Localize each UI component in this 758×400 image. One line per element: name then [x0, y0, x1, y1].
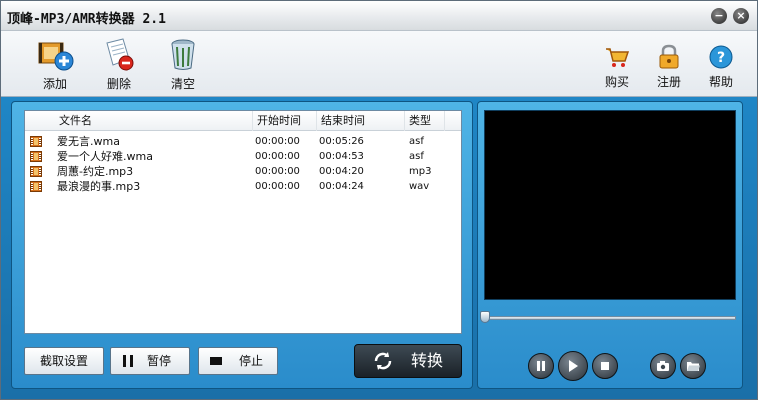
- player-play-button[interactable]: [558, 351, 588, 381]
- end-time: 00:04:24: [319, 181, 364, 192]
- file-name: 爱一个人好难.wma: [57, 150, 153, 163]
- register-button[interactable]: 注册: [643, 37, 695, 93]
- lock-icon: [659, 44, 679, 69]
- end-time: 00:04:53: [319, 151, 364, 162]
- header-type[interactable]: 类型: [405, 111, 445, 131]
- film-icon: [30, 166, 42, 177]
- pause-button[interactable]: 暂停: [110, 347, 190, 375]
- header-filename[interactable]: 文件名: [55, 111, 253, 131]
- start-time: 00:00:00: [255, 136, 300, 147]
- file-name: 周蕙-约定.mp3: [57, 165, 134, 178]
- title-bar[interactable]: 顶峰-MP3/AMR转换器 2.1 − ×: [1, 1, 757, 31]
- pause-icon: [123, 355, 133, 367]
- buy-label: 购买: [604, 75, 629, 89]
- delete-label: 删除: [106, 77, 131, 91]
- clear-button[interactable]: 清空: [157, 37, 209, 93]
- start-time: 00:00:00: [255, 151, 300, 162]
- stop-icon: [210, 357, 222, 365]
- file-name: 爱无言.wma: [57, 135, 120, 148]
- header-start-time[interactable]: 开始时间: [253, 111, 317, 131]
- film-icon: [30, 136, 42, 147]
- file-name: 最浪漫的事.mp3: [57, 180, 141, 193]
- pause-icon: [537, 361, 545, 371]
- help-label: 帮助: [708, 75, 733, 89]
- app-window: 顶峰-MP3/AMR转换器 2.1 − × 添加 删除 清空 购买 注册 ? 帮…: [0, 0, 758, 400]
- help-button[interactable]: ? 帮助: [695, 37, 747, 93]
- start-time: 00:00:00: [255, 181, 300, 192]
- table-row[interactable]: 爱一个人好难.wma 00:00:00 00:04:53 asf: [25, 149, 461, 164]
- stop-icon: [601, 362, 609, 370]
- video-preview: [484, 110, 736, 300]
- convert-button[interactable]: 转换: [354, 344, 462, 378]
- player-pause-button[interactable]: [528, 353, 554, 379]
- film-add-icon: [38, 42, 74, 71]
- toolbar: 添加 删除 清空 购买 注册 ? 帮助: [1, 31, 757, 97]
- main-area: 文件名 开始时间 结束时间 类型 爱无言.wma 00:00:00 00:05:…: [1, 97, 757, 399]
- close-button[interactable]: ×: [733, 8, 749, 24]
- stop-label: 停止: [239, 354, 264, 368]
- film-icon: [30, 151, 42, 162]
- svg-text:?: ?: [717, 50, 725, 66]
- minimize-button[interactable]: −: [711, 8, 727, 24]
- player-stop-button[interactable]: [592, 353, 618, 379]
- document-delete-icon: [106, 38, 134, 71]
- table-row[interactable]: 周蕙-约定.mp3 00:00:00 00:04:20 mp3: [25, 164, 461, 179]
- file-type: mp3: [409, 166, 432, 177]
- header-end-time[interactable]: 结束时间: [317, 111, 405, 131]
- buy-button[interactable]: 购买: [591, 37, 643, 93]
- file-type: asf: [409, 136, 424, 147]
- crop-settings-button[interactable]: 截取设置: [24, 347, 104, 375]
- file-panel: 文件名 开始时间 结束时间 类型 爱无言.wma 00:00:00 00:05:…: [11, 101, 473, 389]
- trash-bin-icon: [171, 39, 195, 70]
- register-label: 注册: [656, 75, 681, 89]
- film-icon: [30, 181, 42, 192]
- seek-slider[interactable]: [480, 311, 490, 323]
- end-time: 00:05:26: [319, 136, 364, 147]
- list-header: 文件名 开始时间 结束时间 类型: [25, 111, 461, 131]
- folder-icon: [687, 362, 700, 371]
- snapshot-button[interactable]: [650, 353, 676, 379]
- pause-label: 暂停: [147, 354, 172, 368]
- player-panel: [477, 101, 743, 389]
- add-button[interactable]: 添加: [29, 37, 81, 93]
- help-icon: ?: [709, 45, 733, 69]
- camera-icon: [657, 361, 669, 371]
- file-list[interactable]: 文件名 开始时间 结束时间 类型 爱无言.wma 00:00:00 00:05:…: [24, 110, 462, 334]
- stop-button[interactable]: 停止: [198, 347, 278, 375]
- refresh-icon: [374, 352, 392, 370]
- delete-button[interactable]: 删除: [93, 37, 145, 93]
- convert-label: 转换: [411, 351, 444, 370]
- file-type: wav: [409, 181, 430, 192]
- table-row[interactable]: 最浪漫的事.mp3 00:00:00 00:04:24 wav: [25, 179, 461, 194]
- shopping-cart-icon: [606, 48, 630, 67]
- clear-label: 清空: [170, 77, 195, 91]
- play-icon: [569, 360, 578, 372]
- end-time: 00:04:20: [319, 166, 364, 177]
- start-time: 00:00:00: [255, 166, 300, 177]
- add-label: 添加: [42, 77, 67, 91]
- open-folder-button[interactable]: [680, 353, 706, 379]
- seek-track[interactable]: [484, 316, 736, 320]
- window-title: 顶峰-MP3/AMR转换器 2.1: [7, 12, 166, 27]
- table-row[interactable]: 爱无言.wma 00:00:00 00:05:26 asf: [25, 134, 461, 149]
- file-type: asf: [409, 151, 424, 162]
